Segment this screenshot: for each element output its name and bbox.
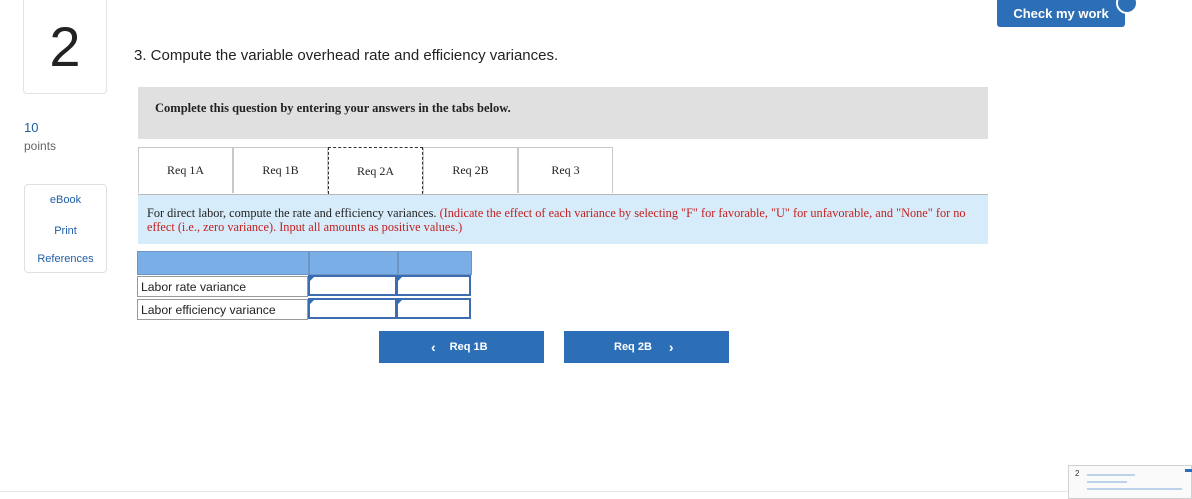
tab-label: Req 1A <box>167 163 204 177</box>
prev-req-label: Req 1B <box>449 341 488 353</box>
prev-req-button[interactable]: ‹ Req 1B <box>379 331 544 363</box>
references-link[interactable]: References <box>25 253 106 265</box>
row-label-labor-rate: Labor rate variance <box>137 276 308 297</box>
bottom-divider <box>0 491 1068 492</box>
next-req-label: Req 2B <box>614 341 652 353</box>
instruction-main: For direct labor, compute the rate and e… <box>147 206 437 220</box>
labor-rate-effect-select[interactable] <box>396 275 471 296</box>
check-my-work-button[interactable]: Check my work <box>997 0 1125 27</box>
table-header-amount <box>309 251 398 275</box>
labor-efficiency-effect-select[interactable] <box>396 298 471 319</box>
question-number: 2 <box>49 15 81 78</box>
check-my-work-label: Check my work <box>1013 6 1109 21</box>
thumbnail-line <box>1087 488 1182 490</box>
thumbnail-line <box>1087 481 1127 483</box>
labor-rate-amount-input[interactable] <box>308 275 397 296</box>
banner-text: Complete this question by entering your … <box>155 101 511 115</box>
page-thumbnail[interactable]: 2 <box>1068 465 1192 499</box>
page: Check my work 2 10 points eBook Print Re… <box>0 0 1192 499</box>
tab-req-1a[interactable]: Req 1A <box>138 147 233 193</box>
table-header-label <box>137 251 309 275</box>
instructions-banner: Complete this question by entering your … <box>138 87 988 139</box>
next-req-button[interactable]: Req 2B › <box>564 331 729 363</box>
points-label: points <box>24 139 57 153</box>
tab-label: Req 1B <box>262 163 299 177</box>
table-header-effect <box>398 251 472 275</box>
thumbnail-number: 2 <box>1075 469 1080 478</box>
tab-req-1b[interactable]: Req 1B <box>233 147 328 193</box>
chevron-left-icon: ‹ <box>431 339 436 355</box>
tab-label: Req 3 <box>551 163 580 177</box>
question-text: 3. Compute the variable overhead rate an… <box>134 47 559 64</box>
ebook-link[interactable]: eBook <box>25 194 106 206</box>
instruction-text: For direct labor, compute the rate and e… <box>147 206 985 234</box>
row-label-labor-efficiency: Labor efficiency variance <box>137 299 308 320</box>
tab-req-2a[interactable]: Req 2A <box>328 147 423 194</box>
thumbnail-accent <box>1185 469 1192 472</box>
labor-efficiency-amount-input[interactable] <box>308 298 397 319</box>
instruction-box: For direct labor, compute the rate and e… <box>138 195 988 244</box>
question-number-box: 2 <box>23 0 107 94</box>
tab-label: Req 2A <box>357 163 394 178</box>
print-link[interactable]: Print <box>25 225 106 237</box>
chevron-right-icon: › <box>668 339 674 355</box>
points-value: 10 <box>24 120 39 135</box>
thumbnail-line <box>1087 474 1135 476</box>
tools-panel: eBook Print References <box>24 184 107 273</box>
tab-label: Req 2B <box>452 163 489 177</box>
tab-req-3[interactable]: Req 3 <box>518 147 613 193</box>
tab-req-2b[interactable]: Req 2B <box>423 147 518 193</box>
